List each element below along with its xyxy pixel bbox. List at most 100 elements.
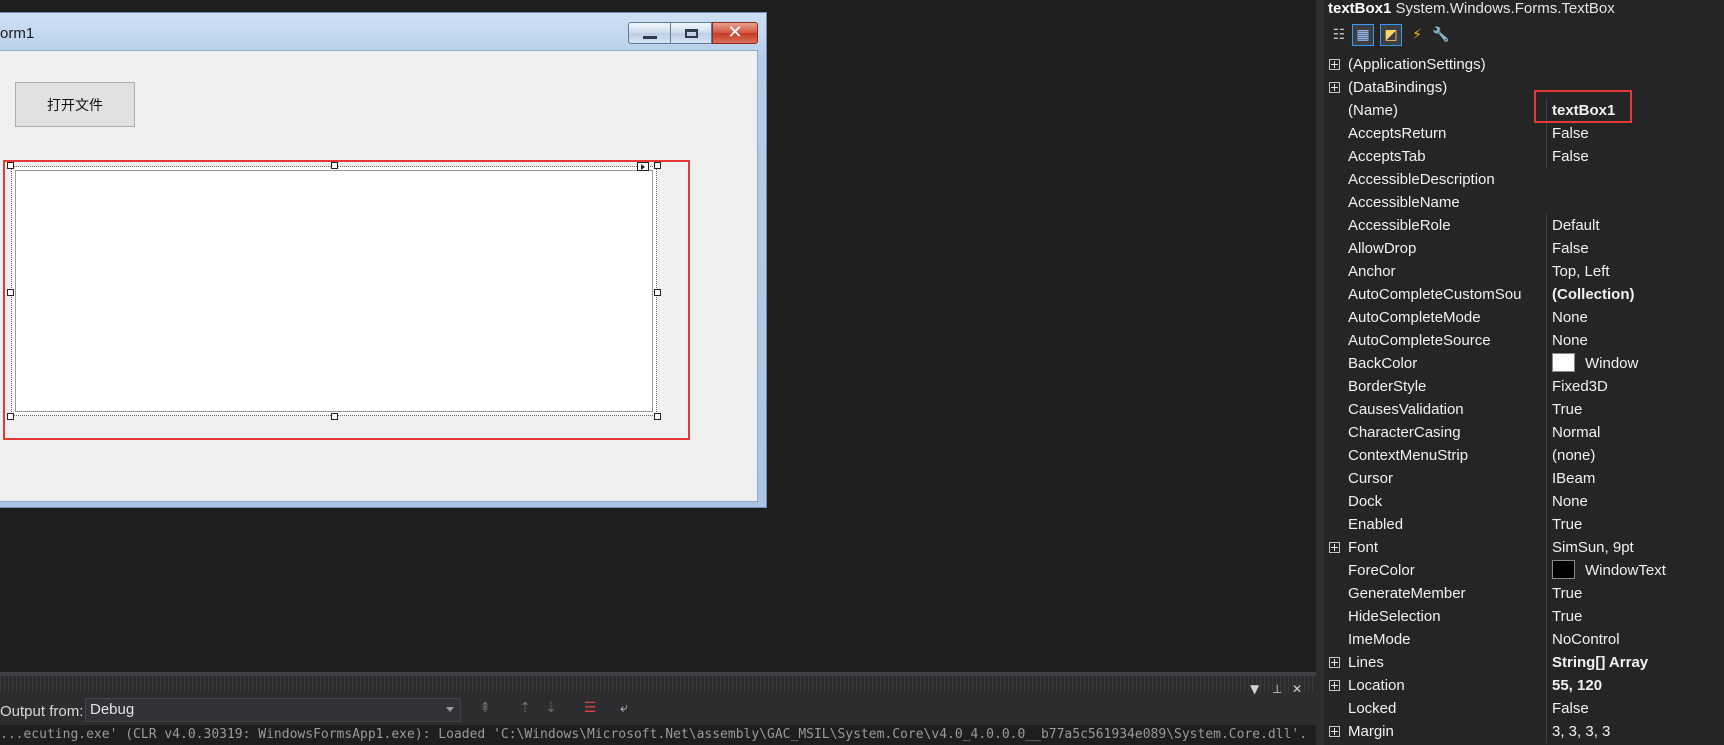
- property-row[interactable]: Margin 3, 3, 3, 3: [1324, 720, 1724, 743]
- expand-icon[interactable]: [1329, 59, 1340, 70]
- property-row[interactable]: GenerateMember True: [1324, 582, 1724, 605]
- property-name: ImeMode: [1348, 631, 1411, 648]
- property-row[interactable]: (DataBindings): [1324, 76, 1724, 99]
- property-pages-icon[interactable]: 🔧: [1430, 24, 1452, 46]
- property-value[interactable]: False: [1546, 697, 1724, 720]
- expand-icon[interactable]: [1329, 82, 1340, 93]
- property-name: Location: [1348, 677, 1405, 694]
- categorized-icon[interactable]: ☷: [1328, 24, 1350, 46]
- expand-icon[interactable]: [1329, 680, 1340, 691]
- property-row[interactable]: AllowDrop False: [1324, 237, 1724, 260]
- smart-tag-icon[interactable]: [637, 162, 649, 171]
- property-row[interactable]: Enabled True: [1324, 513, 1724, 536]
- property-row[interactable]: Location 55, 120: [1324, 674, 1724, 697]
- property-row[interactable]: ForeColor WindowText: [1324, 559, 1724, 582]
- property-row[interactable]: AccessibleName: [1324, 191, 1724, 214]
- events-icon[interactable]: ⚡: [1406, 24, 1428, 46]
- property-row[interactable]: Locked False: [1324, 697, 1724, 720]
- resize-handle-sw[interactable]: [7, 413, 14, 420]
- property-value[interactable]: False: [1546, 237, 1724, 260]
- resize-handle-s[interactable]: [331, 413, 338, 420]
- property-value-text: 55, 120: [1552, 677, 1603, 694]
- property-row[interactable]: ImeMode NoControl: [1324, 628, 1724, 651]
- property-row[interactable]: AutoCompleteMode None: [1324, 306, 1724, 329]
- property-value[interactable]: 55, 120: [1546, 674, 1724, 697]
- textbox1-input-area[interactable]: [15, 170, 653, 412]
- property-value[interactable]: None: [1546, 306, 1724, 329]
- property-row[interactable]: BorderStyle Fixed3D: [1324, 375, 1724, 398]
- property-row[interactable]: AcceptsReturn False: [1324, 122, 1724, 145]
- property-row[interactable]: Anchor Top, Left: [1324, 260, 1724, 283]
- property-row[interactable]: Cursor IBeam: [1324, 467, 1724, 490]
- property-row[interactable]: HideSelection True: [1324, 605, 1724, 628]
- object-selector[interactable]: textBox1 System.Windows.Forms.TextBox: [1328, 0, 1615, 18]
- output-source-select[interactable]: Debug: [85, 698, 461, 722]
- maximize-button[interactable]: [670, 22, 712, 44]
- property-row[interactable]: AcceptsTab False: [1324, 145, 1724, 168]
- textbox1-control[interactable]: [11, 166, 657, 416]
- property-name: Font: [1348, 539, 1379, 556]
- properties-panel: textBox1 System.Windows.Forms.TextBox ☷ …: [1324, 0, 1724, 745]
- property-value[interactable]: String[] Array: [1546, 651, 1724, 674]
- property-value[interactable]: None: [1546, 490, 1724, 513]
- property-name: BackColor: [1348, 355, 1418, 372]
- resize-handle-n[interactable]: [331, 162, 338, 169]
- clear-all-icon[interactable]: ☰: [580, 700, 600, 718]
- expand-icon[interactable]: [1329, 657, 1340, 668]
- property-value[interactable]: SimSun, 9pt: [1546, 536, 1724, 559]
- property-row[interactable]: CausesValidation True: [1324, 398, 1724, 421]
- panel-splitter[interactable]: [1316, 0, 1324, 745]
- property-value[interactable]: True: [1546, 398, 1724, 421]
- property-value[interactable]: NoControl: [1546, 628, 1724, 651]
- property-value[interactable]: IBeam: [1546, 467, 1724, 490]
- alphabetical-icon[interactable]: ▦: [1352, 24, 1374, 46]
- property-value[interactable]: 3, 3, 3, 3: [1546, 720, 1724, 743]
- property-name: ForeColor: [1348, 562, 1415, 579]
- property-row[interactable]: Dock None: [1324, 490, 1724, 513]
- property-value[interactable]: Fixed3D: [1546, 375, 1724, 398]
- property-value[interactable]: Normal: [1546, 421, 1724, 444]
- resize-handle-w[interactable]: [7, 289, 14, 296]
- property-value[interactable]: True: [1546, 513, 1724, 536]
- property-value[interactable]: Top, Left: [1546, 260, 1724, 283]
- resize-handle-ne[interactable]: [654, 162, 661, 169]
- resize-handle-nw[interactable]: [7, 162, 14, 169]
- property-row[interactable]: AutoCompleteCustomSou (Collection): [1324, 283, 1724, 306]
- property-value[interactable]: Window: [1546, 352, 1724, 375]
- property-row[interactable]: (ApplicationSettings): [1324, 53, 1724, 76]
- property-row[interactable]: ContextMenuStrip (none): [1324, 444, 1724, 467]
- property-value[interactable]: (Collection): [1546, 283, 1724, 306]
- property-value[interactable]: (none): [1546, 444, 1724, 467]
- property-value[interactable]: Default: [1546, 214, 1724, 237]
- close-button[interactable]: ✕: [712, 22, 758, 44]
- open-file-button[interactable]: 打开文件: [15, 82, 135, 127]
- property-row[interactable]: CharacterCasing Normal: [1324, 421, 1724, 444]
- resize-handle-e[interactable]: [654, 289, 661, 296]
- word-wrap-icon[interactable]: ⤶: [614, 700, 634, 718]
- property-value[interactable]: WindowText: [1546, 559, 1724, 582]
- next-message-icon[interactable]: ⇣: [541, 700, 561, 718]
- property-value[interactable]: None: [1546, 329, 1724, 352]
- property-toolbar: ☷ ▦ ◩ ⚡ 🔧: [1324, 24, 1724, 48]
- property-value[interactable]: True: [1546, 605, 1724, 628]
- properties-icon[interactable]: ◩: [1380, 24, 1402, 46]
- property-row[interactable]: Lines String[] Array: [1324, 651, 1724, 674]
- property-row[interactable]: AccessibleDescription: [1324, 168, 1724, 191]
- find-message-icon[interactable]: ⇞: [475, 700, 495, 718]
- property-value[interactable]: False: [1546, 145, 1724, 168]
- resize-handle-se[interactable]: [654, 413, 661, 420]
- property-name: AutoCompleteSource: [1348, 332, 1491, 349]
- minimize-button[interactable]: [628, 22, 670, 44]
- property-row[interactable]: AccessibleRole Default: [1324, 214, 1724, 237]
- property-row[interactable]: BackColor Window: [1324, 352, 1724, 375]
- property-value-text: IBeam: [1552, 470, 1596, 487]
- previous-message-icon[interactable]: ⇡: [515, 700, 535, 718]
- property-row[interactable]: (Name) textBox1: [1324, 99, 1724, 122]
- property-row[interactable]: Font SimSun, 9pt: [1324, 536, 1724, 559]
- expand-icon[interactable]: [1329, 726, 1340, 737]
- property-name: AutoCompleteCustomSou: [1348, 286, 1522, 303]
- property-row[interactable]: AutoCompleteSource None: [1324, 329, 1724, 352]
- expand-icon[interactable]: [1329, 542, 1340, 553]
- property-value[interactable]: False: [1546, 122, 1724, 145]
- property-value[interactable]: True: [1546, 582, 1724, 605]
